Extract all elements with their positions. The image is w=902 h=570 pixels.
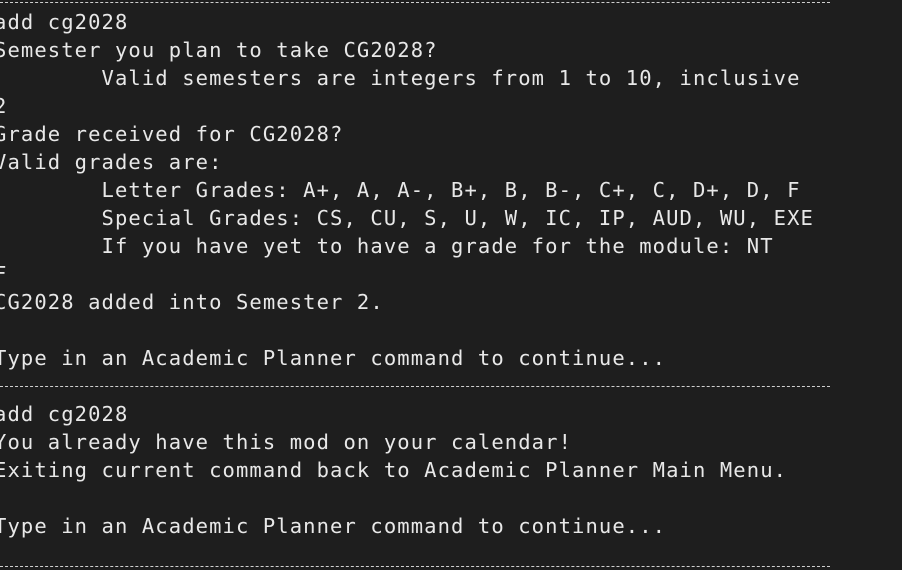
- terminal-line-prompt: Grade received for CG2028?: [0, 122, 344, 146]
- separator-line: [0, 566, 830, 567]
- terminal-line-input: F: [0, 262, 8, 286]
- separator-line: [0, 0, 896, 8]
- terminal-line-hint: Special Grades: CS, CU, S, U, W, IC, IP,…: [0, 206, 814, 230]
- terminal-window[interactable]: add cg2028 Semester you plan to take CG2…: [0, 0, 896, 570]
- terminal-line-prompt: Semester you plan to take CG2028?: [0, 38, 438, 62]
- terminal-line-error: You already have this mod on your calend…: [0, 430, 573, 454]
- terminal-line-result: Exiting current command back to Academic…: [0, 458, 788, 482]
- terminal-line-result: CG2028 added into Semester 2.: [0, 290, 384, 314]
- terminal-line-prompt: Type in an Academic Planner command to c…: [0, 346, 667, 370]
- terminal-line-prompt: Type in an Academic Planner command to c…: [0, 514, 667, 538]
- terminal-line-command: add cg2028: [0, 402, 129, 426]
- terminal-line-hint: Letter Grades: A+, A, A-, B+, B, B-, C+,…: [0, 178, 801, 202]
- separator-line: [0, 372, 896, 400]
- terminal-line-input: 2: [0, 94, 8, 118]
- terminal-line-hint: If you have yet to have a grade for the …: [0, 234, 774, 258]
- terminal-line-command: add cg2028: [0, 10, 129, 34]
- terminal-line-text: Valid grades are:: [0, 150, 223, 174]
- terminal-line-hint: Valid semesters are integers from 1 to 1…: [0, 66, 801, 90]
